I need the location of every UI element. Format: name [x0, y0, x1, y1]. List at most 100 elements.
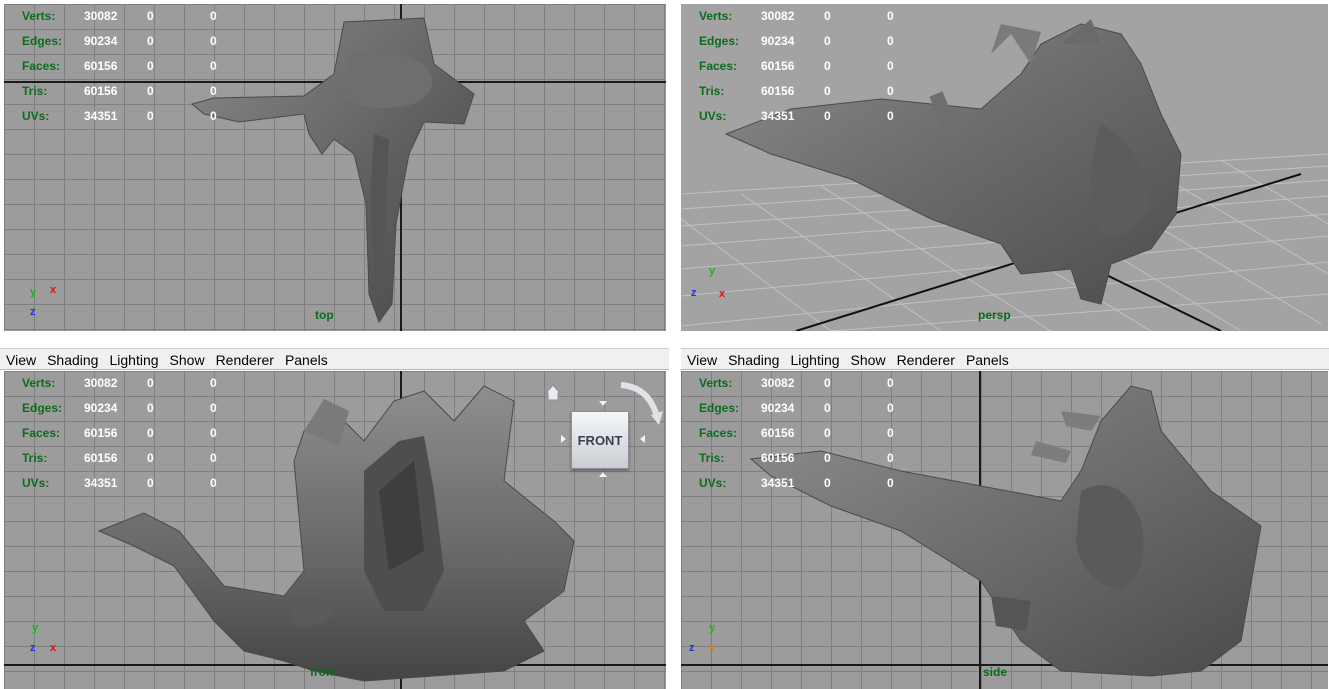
hud-label: Tris:	[22, 84, 48, 98]
menu-panels[interactable]: Panels	[285, 349, 328, 369]
menu-view[interactable]: View	[687, 349, 717, 369]
hud-value: 0	[887, 376, 894, 390]
axis-gizmo: y z x	[30, 623, 70, 659]
axis-gizmo: y z x	[689, 623, 729, 659]
hud-value: 0	[147, 84, 154, 98]
menu-view[interactable]: View	[6, 349, 36, 369]
menu-show[interactable]: Show	[851, 349, 886, 369]
hud-row-tris: Tris: 60156 0 0	[22, 446, 232, 471]
hud-row-tris: Tris: 60156 0 0	[699, 79, 909, 104]
menu-lighting[interactable]: Lighting	[109, 349, 158, 369]
hud-row-verts: Verts: 30082 0 0	[699, 371, 909, 396]
hud-value: 0	[887, 426, 894, 440]
hud-value: 60156	[84, 451, 118, 465]
viewport-top[interactable]: Verts: 30082 0 0 Edges: 90234 0 0 Faces: 60156 0…	[4, 4, 666, 331]
menu-shading[interactable]: Shading	[47, 349, 98, 369]
hud-value: 60156	[761, 59, 795, 73]
view-cube-front-face[interactable]: FRONT	[571, 411, 629, 469]
hud-label: Tris:	[699, 451, 725, 465]
hud-value: 0	[887, 109, 894, 123]
hud-value: 60156	[84, 59, 118, 73]
hud-stats: Verts: 30082 0 0 Edges: 90234 0 0 Faces: 60156 0…	[22, 371, 232, 496]
menu-renderer[interactable]: Renderer	[897, 349, 955, 369]
viewport-persp[interactable]: Verts: 30082 0 0 Edges: 90234 0 0 Faces: 60156 0…	[681, 4, 1328, 331]
menu-lighting[interactable]: Lighting	[790, 349, 839, 369]
viewport-front[interactable]: Verts: 30082 0 0 Edges: 90234 0 0 Faces: 60156 0…	[4, 371, 666, 689]
hud-stats: Verts: 30082 0 0 Edges: 90234 0 0 Faces: 60156 0…	[699, 4, 909, 129]
hud-row-verts: Verts: 30082 0 0	[22, 4, 232, 29]
hud-value: 30082	[84, 376, 118, 390]
camera-label: front	[310, 665, 338, 679]
hud-value: 0	[210, 426, 217, 440]
hud-value: 60156	[761, 84, 795, 98]
hud-label: Verts:	[699, 9, 733, 23]
hud-value: 34351	[84, 476, 118, 490]
viewport-side[interactable]: Verts: 30082 0 0 Edges: 90234 0 0 Faces: 60156 0…	[681, 371, 1328, 689]
hud-value: 0	[887, 84, 894, 98]
view-cube[interactable]: FRONT	[541, 381, 666, 491]
hud-label: Verts:	[699, 376, 733, 390]
hud-row-uvs: UVs: 34351 0 0	[699, 471, 909, 496]
hud-value: 0	[824, 34, 831, 48]
hud-label: Verts:	[22, 376, 56, 390]
hud-row-uvs: UVs: 34351 0 0	[22, 471, 232, 496]
hud-value: 90234	[84, 401, 118, 415]
hud-row-tris: Tris: 60156 0 0	[699, 446, 909, 471]
hud-row-edges: Edges: 90234 0 0	[22, 29, 232, 54]
hud-value: 0	[210, 109, 217, 123]
hud-value: 0	[147, 34, 154, 48]
hud-value: 0	[147, 401, 154, 415]
axis-y-label: y	[32, 622, 39, 634]
hud-row-edges: Edges: 90234 0 0	[22, 396, 232, 421]
hud-value: 0	[824, 451, 831, 465]
menu-panels[interactable]: Panels	[966, 349, 1009, 369]
hud-label: Tris:	[699, 84, 725, 98]
hud-label: Tris:	[22, 451, 48, 465]
hud-row-edges: Edges: 90234 0 0	[699, 29, 909, 54]
axis-gizmo: y x z	[30, 285, 70, 321]
hud-row-faces: Faces: 60156 0 0	[699, 421, 909, 446]
hud-value: 0	[147, 59, 154, 73]
hud-row-faces: Faces: 60156 0 0	[22, 421, 232, 446]
axis-x-label: x	[719, 288, 726, 300]
home-icon[interactable]	[544, 384, 562, 401]
hud-value: 0	[824, 426, 831, 440]
axis-x-label: x	[50, 284, 57, 296]
hud-value: 0	[824, 376, 831, 390]
hud-row-faces: Faces: 60156 0 0	[22, 54, 232, 79]
hud-value: 34351	[761, 476, 795, 490]
hud-row-verts: Verts: 30082 0 0	[699, 4, 909, 29]
axis-gizmo: y z x	[691, 266, 741, 306]
axis-z-label: z	[30, 306, 36, 318]
hud-row-tris: Tris: 60156 0 0	[22, 79, 232, 104]
axis-y-label: y	[709, 622, 716, 634]
hud-value: 0	[210, 34, 217, 48]
camera-label: persp	[978, 308, 1011, 322]
menu-renderer[interactable]: Renderer	[216, 349, 274, 369]
axis-z-label: z	[689, 642, 695, 654]
hud-row-faces: Faces: 60156 0 0	[699, 54, 909, 79]
hud-value: 0	[887, 34, 894, 48]
hud-value: 60156	[761, 426, 795, 440]
hud-value: 30082	[84, 9, 118, 23]
hud-value: 90234	[761, 401, 795, 415]
hud-value: 0	[824, 59, 831, 73]
hud-value: 0	[210, 451, 217, 465]
hud-value: 90234	[84, 34, 118, 48]
hud-row-edges: Edges: 90234 0 0	[699, 396, 909, 421]
hud-label: UVs:	[22, 109, 50, 123]
hud-label: UVs:	[699, 109, 727, 123]
menu-show[interactable]: Show	[170, 349, 205, 369]
hud-label: Faces:	[699, 59, 738, 73]
axis-x-label: x	[709, 642, 716, 654]
hud-value: 0	[147, 476, 154, 490]
hud-value: 0	[147, 109, 154, 123]
hud-value: 60156	[761, 451, 795, 465]
hud-label: UVs:	[22, 476, 50, 490]
axis-z-label: z	[691, 287, 697, 299]
hud-label: Edges:	[699, 34, 740, 48]
hud-value: 34351	[84, 109, 118, 123]
hud-value: 0	[887, 451, 894, 465]
menu-shading[interactable]: Shading	[728, 349, 779, 369]
hud-row-uvs: UVs: 34351 0 0	[22, 104, 232, 129]
